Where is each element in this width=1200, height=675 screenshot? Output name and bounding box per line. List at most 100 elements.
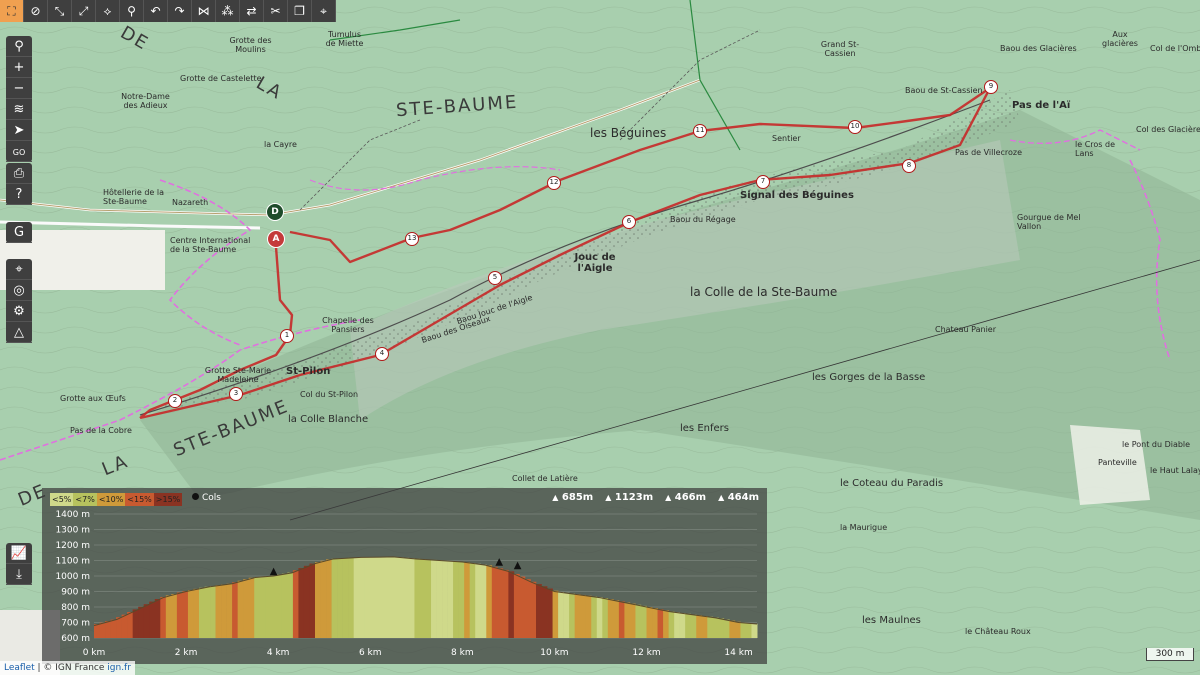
- layers-icon: ≋: [13, 102, 25, 117]
- profile-segment: [397, 557, 404, 638]
- attribution: Leaflet | © IGN France ign.fr: [0, 661, 135, 675]
- pass-marker-icon: ▲: [514, 560, 522, 571]
- waypoint-marker[interactable]: 13: [405, 232, 419, 246]
- copy-button[interactable]: ❐: [288, 0, 312, 22]
- profile-segment: [552, 590, 559, 638]
- x-tick-label: 14 km: [724, 648, 752, 658]
- search-button[interactable]: ⚲: [6, 36, 32, 57]
- elevation-chart-button[interactable]: 📈: [6, 543, 32, 564]
- waypoint-marker[interactable]: 4: [375, 347, 389, 361]
- waypoint-marker[interactable]: 12: [547, 176, 561, 190]
- profile-segment: [381, 557, 388, 638]
- profile-segment: [287, 572, 294, 638]
- place-label: la Maurigue: [840, 523, 888, 532]
- profile-segment: [149, 601, 156, 638]
- ign-link[interactable]: ign.fr: [107, 663, 131, 673]
- mountain-button[interactable]: △: [6, 322, 32, 343]
- nodes-button[interactable]: ⁂: [216, 0, 240, 22]
- extra-controls: ⌖ ◎ ⚙ △: [6, 259, 32, 343]
- elevation-profile-panel[interactable]: <5% <7% <10% <15% >15% Cols ▲ 685m ▲ 1123m ▲ 4…: [42, 488, 767, 664]
- waypoint-marker[interactable]: 10: [848, 120, 862, 134]
- start-marker[interactable]: D: [266, 203, 284, 221]
- profile-segment: [364, 557, 371, 638]
- end-marker[interactable]: A: [267, 230, 285, 248]
- profile-segment: [480, 564, 487, 638]
- profile-segment: [536, 584, 542, 638]
- profile-segment: [232, 582, 238, 638]
- layers-button[interactable]: ≋: [6, 99, 32, 120]
- waypoint-marker[interactable]: 9: [984, 80, 998, 94]
- waypoint-marker[interactable]: 1: [280, 329, 294, 343]
- reverse-button[interactable]: ⇄: [240, 0, 264, 22]
- profile-controls: 📈 ⤓: [6, 543, 32, 585]
- profile-segment: [94, 624, 100, 638]
- map-controls: ⚲ + − ≋ ➤ GO: [6, 36, 32, 162]
- profile-segment: [436, 560, 443, 638]
- hide-button[interactable]: ⊘: [24, 0, 48, 22]
- fullscreen-button[interactable]: ⛶: [0, 0, 24, 22]
- marker-button[interactable]: ⌖: [312, 0, 336, 22]
- place-label: Nazareth: [172, 198, 209, 207]
- route-button[interactable]: ⤡: [48, 0, 72, 22]
- profile-segment: [519, 576, 526, 638]
- profile-segment: [602, 598, 609, 638]
- profile-segment: [635, 604, 642, 638]
- download-button[interactable]: ⤓: [6, 564, 32, 585]
- waypoint-marker[interactable]: 2: [168, 394, 182, 408]
- place-label: Grotte de Castelette: [180, 74, 262, 83]
- profile-segment: [469, 563, 476, 638]
- goto-button[interactable]: GO: [6, 141, 32, 162]
- globe-button[interactable]: ◎: [6, 280, 32, 301]
- waypoint-marker[interactable]: 6: [622, 215, 636, 229]
- zoom-out-button[interactable]: −: [6, 78, 32, 99]
- y-tick-label: 1400 m: [55, 510, 90, 520]
- x-tick-label: 8 km: [451, 648, 474, 658]
- profile-segment: [613, 600, 620, 638]
- cut-button[interactable]: ✂: [264, 0, 288, 22]
- redo-button[interactable]: ↷: [168, 0, 192, 22]
- route-split-button[interactable]: ⟡: [96, 0, 120, 22]
- locate-button[interactable]: ➤: [6, 120, 32, 141]
- bike-button[interactable]: ⚲: [120, 0, 144, 22]
- join-icon: ⋈: [197, 4, 210, 18]
- hide-icon: ⊘: [30, 4, 41, 18]
- google-button[interactable]: G: [6, 222, 32, 243]
- elevation-chart[interactable]: 1400 m 1300 m 1200 m 1100 m 1000 m 900 m 800 m…: [42, 488, 767, 664]
- waypoint-marker[interactable]: 11: [693, 124, 707, 138]
- zoom-in-button[interactable]: +: [6, 57, 32, 78]
- leaflet-link[interactable]: Leaflet: [4, 663, 35, 673]
- profile-segment: [569, 593, 575, 638]
- route-edit-button[interactable]: ⤢: [72, 0, 96, 22]
- reverse-icon: ⇄: [246, 4, 257, 18]
- waypoint-marker[interactable]: 3: [229, 387, 243, 401]
- target-button[interactable]: ⌖: [6, 259, 32, 280]
- waypoint-marker[interactable]: 7: [756, 175, 770, 189]
- place-label: le Château Roux: [965, 627, 1031, 636]
- x-tick-label: 2 km: [175, 648, 198, 658]
- place-label: Col du St-Pilon: [300, 390, 359, 399]
- waypoint-marker[interactable]: 5: [488, 271, 502, 285]
- attribution-text: | © IGN France: [34, 663, 108, 673]
- profile-segment: [685, 613, 691, 638]
- place-label: Grotte Ste-Marie Madeleine: [204, 366, 272, 384]
- profile-segment: [254, 577, 261, 638]
- place-label: Hôtellerie de la Ste-Baume: [103, 188, 164, 206]
- network-button[interactable]: ⚙: [6, 301, 32, 322]
- place-label: le Cros de Lans: [1075, 140, 1115, 158]
- print-button[interactable]: ⎙: [6, 163, 32, 184]
- profile-segment: [276, 574, 283, 638]
- nodes-icon: ⁂: [221, 4, 234, 18]
- profile-segment: [248, 577, 255, 638]
- place-label: Sentier: [772, 134, 801, 143]
- undo-button[interactable]: ↶: [144, 0, 168, 22]
- top-toolbar: ⛶ ⊘ ⤡ ⤢ ⟡ ⚲ ↶ ↷ ⋈ ⁂ ⇄ ✂ ❐ ⌖: [0, 0, 560, 22]
- help-button[interactable]: ?: [6, 184, 32, 205]
- join-button[interactable]: ⋈: [192, 0, 216, 22]
- zoom-out-icon: −: [13, 81, 25, 96]
- place-label: le Pont du Diable: [1122, 440, 1191, 449]
- place-label: Baou du Régage: [670, 215, 736, 224]
- waypoint-marker[interactable]: 8: [902, 159, 916, 173]
- profile-segment: [187, 590, 194, 638]
- x-tick-label: 6 km: [359, 648, 382, 658]
- profile-segment: [281, 573, 288, 638]
